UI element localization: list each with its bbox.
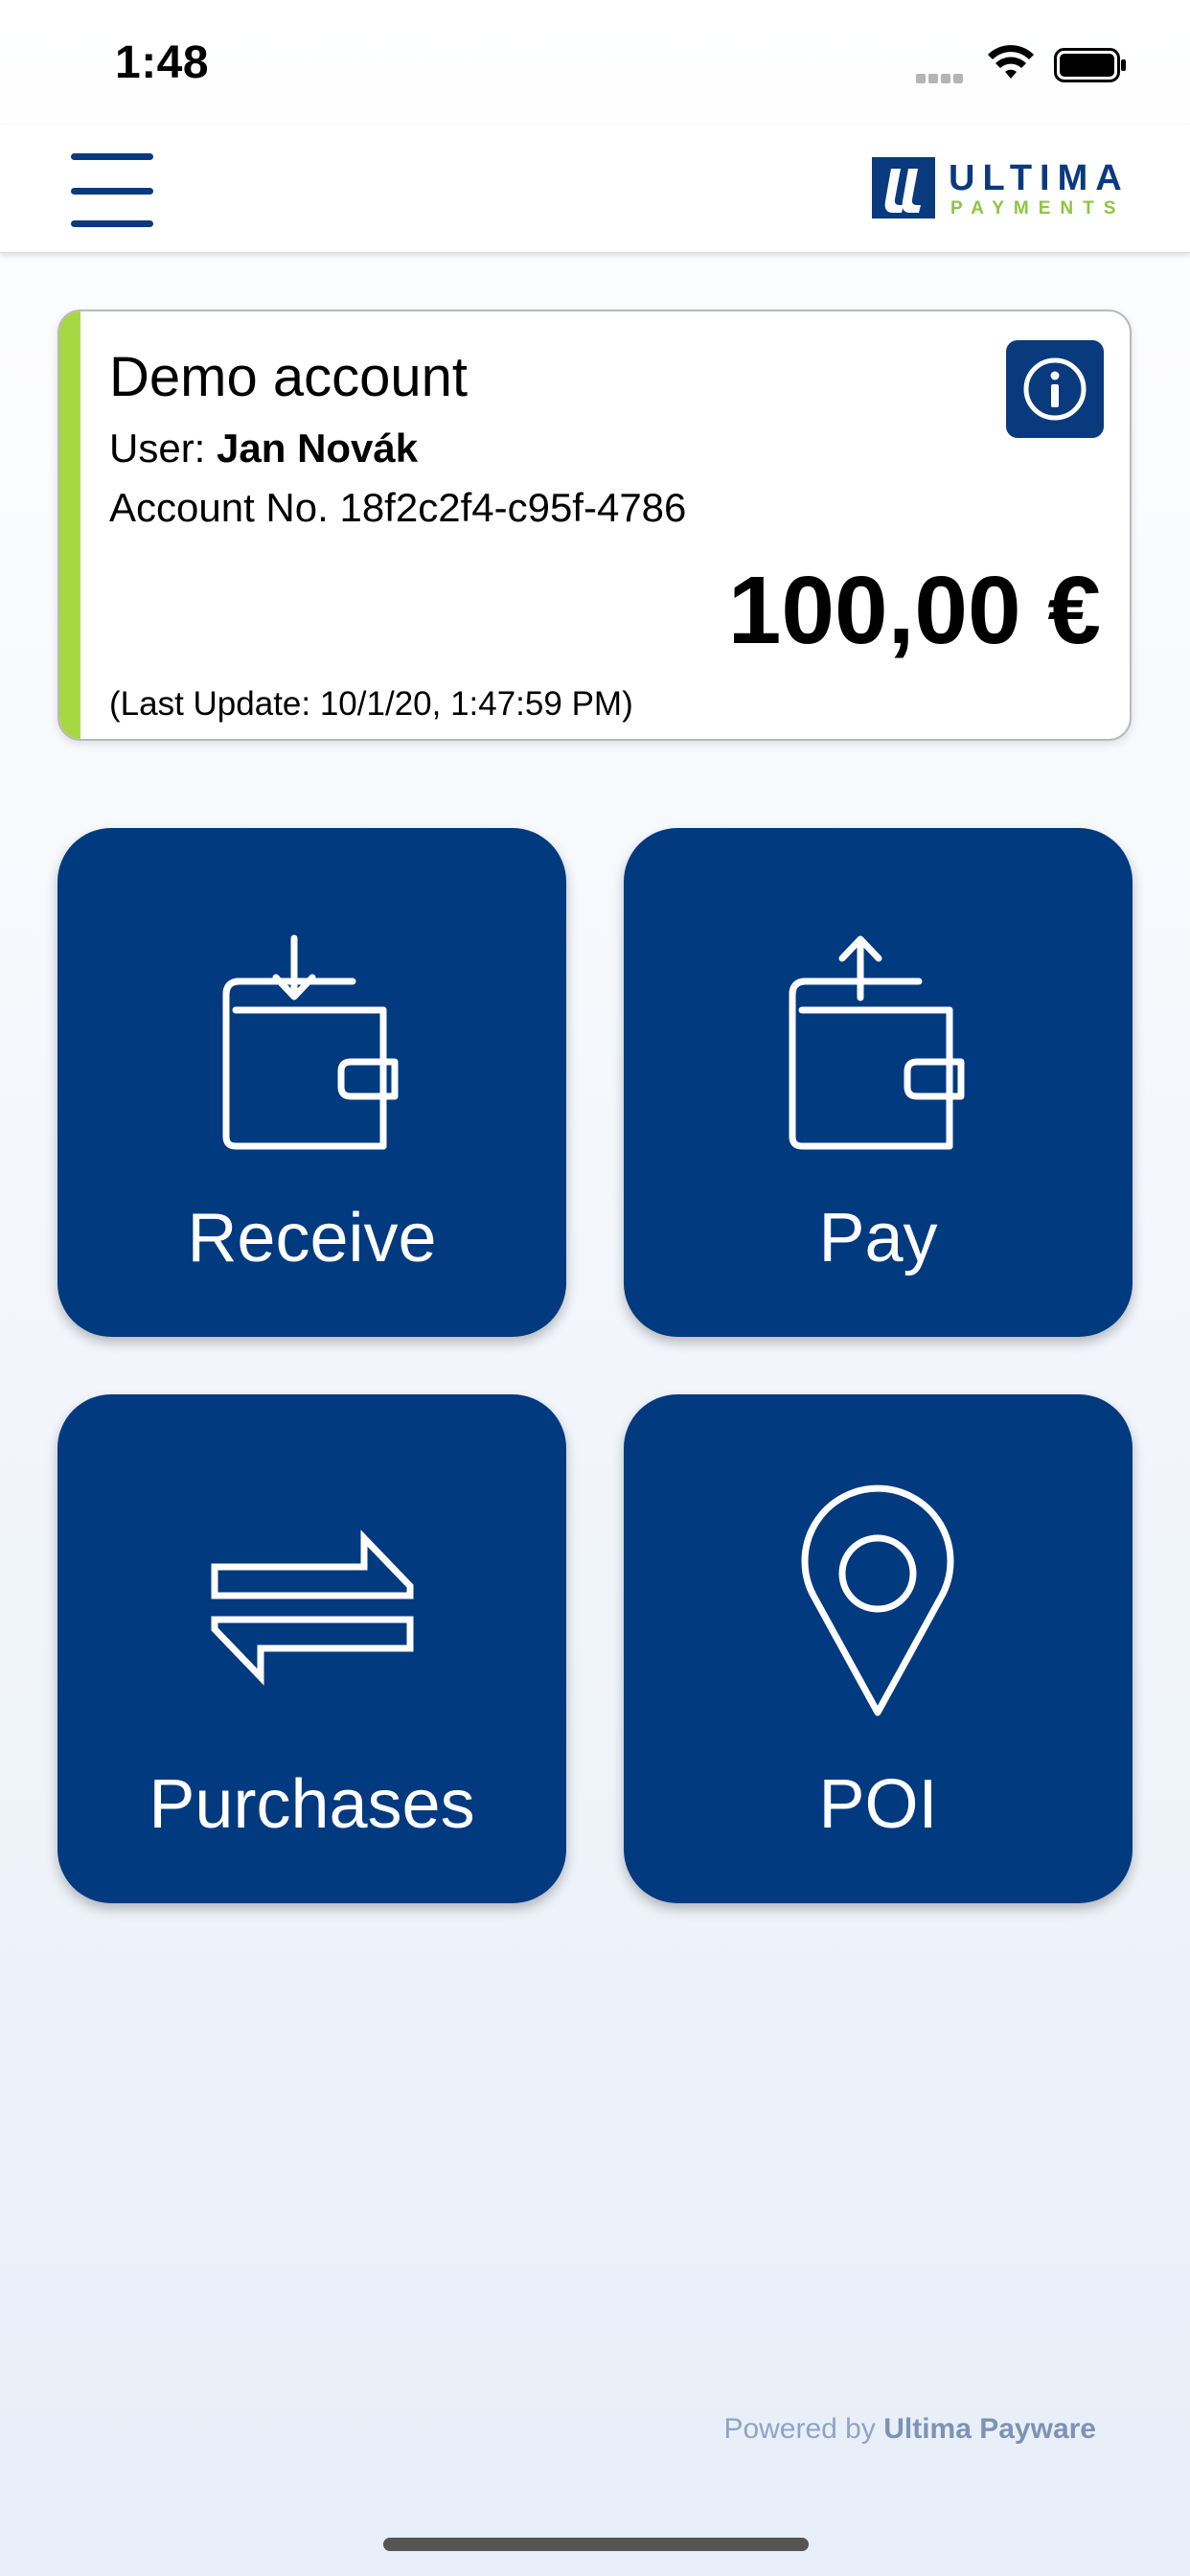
logo-wordmark: ULTIMA [949, 158, 1130, 198]
wifi-icon [988, 45, 1034, 79]
info-icon [1023, 357, 1087, 421]
receive-button[interactable]: Receive [57, 828, 566, 1337]
pay-label: Pay [818, 1200, 938, 1276]
account-balance: 100,00 € [727, 557, 1101, 664]
account-user-label: User: [109, 426, 206, 471]
menu-bar-icon [71, 153, 153, 160]
poi-button[interactable]: POI [624, 1394, 1133, 1903]
powered-by-text: Powered by Ultima Payware [723, 2413, 1096, 2446]
logo-mark-icon [872, 157, 935, 218]
menu-bar-icon [71, 188, 153, 195]
info-button[interactable] [1006, 340, 1104, 438]
account-number: Account No. 18f2c2f4-c95f-4786 [109, 484, 686, 532]
cellular-signal-icon [916, 71, 966, 88]
account-user-name: Jan Novák [217, 426, 419, 471]
app-header: ULTIMA PAYMENTS [0, 125, 1190, 253]
account-user: User: Jan Novák [109, 425, 418, 472]
hamburger-menu-button[interactable] [71, 125, 153, 253]
ultima-payments-logo: ULTIMA PAYMENTS [872, 157, 1131, 220]
powered-by-name: Ultima Payware [883, 2413, 1096, 2445]
powered-by-label: Powered by [723, 2413, 876, 2445]
poi-label: POI [818, 1766, 938, 1843]
receive-label: Receive [187, 1200, 437, 1276]
account-number-value: 18f2c2f4-c95f-4786 [339, 485, 687, 530]
status-time: 1:48 [115, 37, 210, 88]
last-update-text: (Last Update: 10/1/20, 1:47:59 PM) [109, 685, 633, 723]
logo-subtitle: PAYMENTS [950, 198, 1126, 218]
menu-bar-icon [71, 220, 153, 227]
home-indicator[interactable] [383, 2538, 809, 2551]
account-title: Demo account [109, 346, 468, 408]
account-card: Demo account User: Jan Novák Account No.… [57, 310, 1132, 741]
account-number-label: Account No. [109, 485, 329, 530]
purchases-button[interactable]: Purchases [57, 1394, 566, 1903]
purchases-label: Purchases [149, 1766, 475, 1843]
status-bar: 1:48 [0, 0, 1190, 125]
account-accent-bar [59, 311, 80, 739]
pay-button[interactable]: Pay [624, 828, 1133, 1337]
battery-icon [1054, 48, 1126, 82]
